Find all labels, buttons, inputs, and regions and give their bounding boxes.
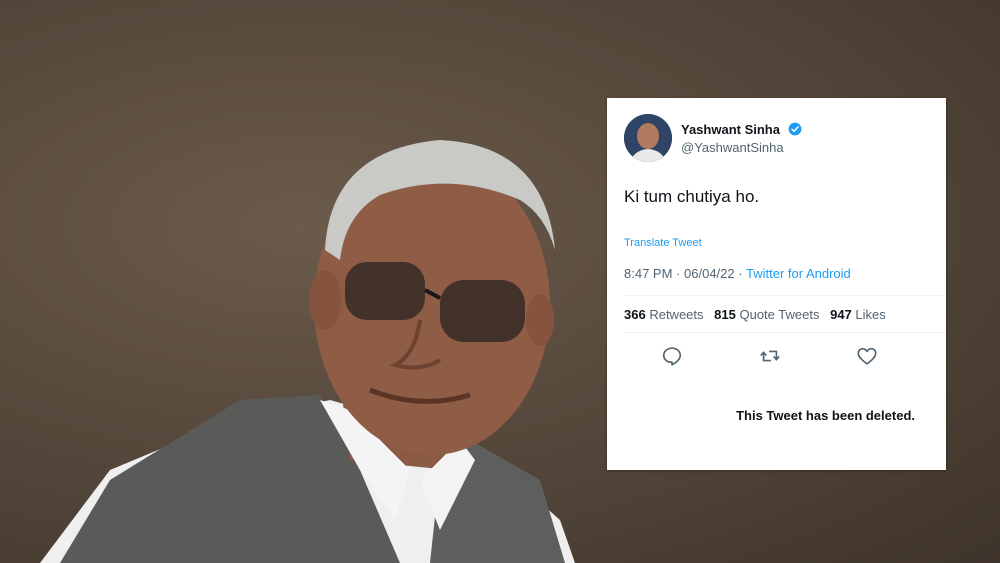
likes-stat[interactable]: 947 Likes [830,307,886,322]
likes-count: 947 [830,307,852,322]
retweets-label: Retweets [649,307,704,322]
reply-icon[interactable] [661,345,683,367]
heart-icon[interactable] [856,345,878,367]
retweets-stat[interactable]: 366 Retweets [624,307,704,322]
likes-label: Likes [855,307,886,322]
divider [624,295,946,296]
quotes-count: 815 [714,307,736,322]
author-name[interactable]: Yashwant Sinha [681,122,780,137]
translate-tweet-link[interactable]: Translate Tweet [624,237,702,249]
verified-badge-icon [788,122,802,136]
retweets-count: 366 [624,307,646,322]
tweet-deleted-notice: This Tweet has been deleted. [736,408,915,423]
tweet-stats: 366 Retweets 815 Quote Tweets 947 Likes [624,307,893,322]
tweet-source-link[interactable]: Twitter for Android [746,266,851,281]
tweet-date[interactable]: 06/04/22 [684,266,735,281]
author-handle[interactable]: @YashwantSinha [681,140,784,155]
retweet-icon[interactable] [759,345,781,367]
tweet-time[interactable]: 8:47 PM [624,266,672,281]
tweet-text: Ki tum chutiya ho. [624,187,760,206]
meta-separator: · [676,266,681,281]
avatar-portrait-icon [624,114,672,162]
meta-separator: · [738,266,743,281]
tweet-card: Yashwant Sinha @YashwantSinha Ki tum chu… [607,98,946,470]
divider [624,332,946,333]
author-avatar[interactable] [624,114,672,162]
tweet-meta: 8:47 PM · 06/04/22 · Twitter for Android [624,266,851,281]
quotes-label: Quote Tweets [739,307,820,322]
quote-tweets-stat[interactable]: 815 Quote Tweets [714,307,819,322]
